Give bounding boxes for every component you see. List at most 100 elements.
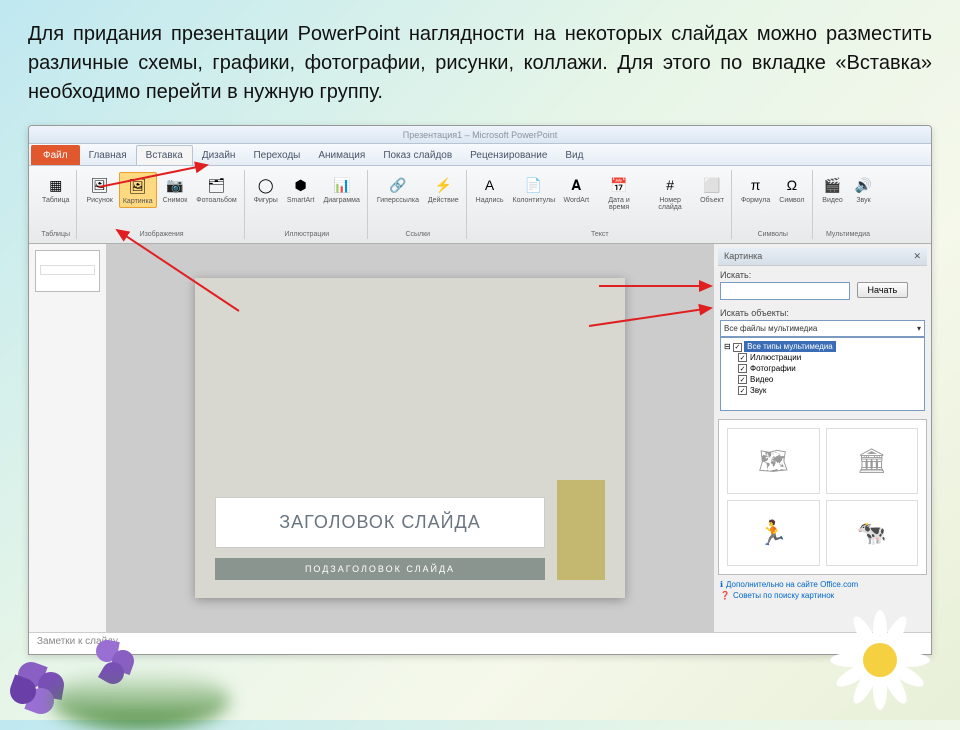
result-thumbnail[interactable]: 🐄: [826, 500, 919, 566]
tree-item[interactable]: ✓Звук: [724, 385, 921, 396]
tab-анимация[interactable]: Анимация: [309, 145, 374, 165]
notes-pane[interactable]: Заметки к слайду: [29, 632, 931, 654]
звук-icon: 🔊: [853, 174, 875, 196]
slide-canvas: ЗАГОЛОВОК СЛАЙДА ПОДЗАГОЛОВОК СЛАЙДА: [107, 244, 713, 632]
ribbon-button-label: Дата и время: [598, 197, 640, 211]
slide-title-placeholder[interactable]: ЗАГОЛОВОК СЛАЙДА: [215, 497, 545, 548]
tree-item[interactable]: ✓Иллюстрации: [724, 352, 921, 363]
media-type-select[interactable]: Все файлы мультимедиа ▾: [720, 320, 925, 337]
group-label: Изображения: [140, 231, 184, 239]
result-thumbnail[interactable]: 🏃: [727, 500, 820, 566]
ribbon-button-label: Действие: [428, 197, 459, 204]
checkbox-icon[interactable]: ✓: [738, 364, 747, 373]
search-button[interactable]: Начать: [857, 282, 909, 298]
ribbon-button-гиперссылка[interactable]: 🔗Гиперссылка: [374, 172, 422, 206]
slide-subtitle-text: ПОДЗАГОЛОВОК СЛАЙДА: [221, 564, 539, 574]
ribbon-button-label: SmartArt: [287, 197, 315, 204]
ribbon-button-дата и время[interactable]: 📅Дата и время: [595, 172, 643, 213]
ribbon-button-рисунок[interactable]: 🖼Рисунок: [83, 172, 115, 206]
ribbon-button-label: Объект: [700, 197, 724, 204]
slide-thumbnail[interactable]: 1: [35, 250, 100, 292]
ribbon-group: AНадпись📄Колонтитулы𝐀WordArt📅Дата и врем…: [469, 170, 732, 239]
ribbon: ▦ТаблицаТаблицы🖼Рисунок🖼Картинка📷Снимок🗂…: [29, 166, 931, 244]
ribbon-button-label: Видео: [822, 197, 842, 204]
group-label: Таблицы: [41, 231, 70, 239]
tab-рецензирование[interactable]: Рецензирование: [461, 145, 556, 165]
checkbox-icon[interactable]: ✓: [733, 343, 742, 352]
tab-главная[interactable]: Главная: [80, 145, 136, 165]
ribbon-button-символ[interactable]: ΩСимвол: [776, 172, 807, 206]
ribbon-group: 🎬Видео🔊Звук Мультимедиа: [815, 170, 882, 239]
ribbon-tabs: Файл ГлавнаяВставкаДизайнПереходыАнимаци…: [29, 144, 931, 166]
ribbon-button-label: WordArt: [564, 197, 590, 204]
checkbox-icon[interactable]: ✓: [738, 386, 747, 395]
ribbon-button-smartart[interactable]: ⬢SmartArt: [284, 172, 318, 206]
ribbon-button-колонтитулы[interactable]: 📄Колонтитулы: [510, 172, 558, 206]
ribbon-button-фигуры[interactable]: ◯Фигуры: [251, 172, 281, 206]
powerpoint-window: Презентация1 – Microsoft PowerPoint Файл…: [28, 125, 932, 655]
tab-вид[interactable]: Вид: [556, 145, 592, 165]
tab-вставка[interactable]: Вставка: [136, 145, 193, 165]
globe-icon: ℹ: [720, 580, 723, 589]
ribbon-button-label: Фотоальбом: [196, 197, 236, 204]
объект-icon: ⬜: [701, 174, 723, 196]
ribbon-button-действие[interactable]: ⚡Действие: [425, 172, 462, 206]
ribbon-group: 🔗Гиперссылка⚡ДействиеСсылки: [370, 170, 467, 239]
формула-icon: π: [745, 174, 767, 196]
ribbon-button-label: Символ: [779, 197, 804, 204]
ribbon-button-фотоальбом[interactable]: 🗂Фотоальбом: [193, 172, 239, 206]
tree-item-label: Фотографии: [750, 364, 796, 373]
clipart-panel: Картинка ✕ Искать: Начать Искать объекты…: [713, 244, 931, 632]
рисунок-icon: 🖼: [89, 174, 111, 196]
slide[interactable]: ЗАГОЛОВОК СЛАЙДА ПОДЗАГОЛОВОК СЛАЙДА: [195, 278, 625, 598]
tree-item[interactable]: ✓Видео: [724, 374, 921, 385]
таблица-icon: ▦: [45, 174, 67, 196]
ribbon-button-формула[interactable]: πФормула: [738, 172, 773, 206]
slide-subtitle-placeholder[interactable]: ПОДЗАГОЛОВОК СЛАЙДА: [215, 558, 545, 580]
ribbon-group: ▦Таблица Таблицы: [35, 170, 77, 239]
result-thumbnail[interactable]: 🏛: [826, 428, 919, 494]
tab-показ слайдов[interactable]: Показ слайдов: [374, 145, 461, 165]
search-input[interactable]: [720, 282, 850, 300]
result-thumbnail[interactable]: 🗺: [727, 428, 820, 494]
panel-title-text: Картинка: [724, 251, 762, 262]
ribbon-button-номер слайда[interactable]: #Номер слайда: [646, 172, 694, 213]
картинка-icon: 🖼: [127, 175, 149, 197]
фотоальбом-icon: 🗂: [205, 174, 227, 196]
tree-header[interactable]: Все типы мультимедиа: [744, 341, 836, 352]
description-text: Для придания презентации PowerPoint нагл…: [28, 20, 932, 107]
ribbon-button-таблица[interactable]: ▦Таблица: [39, 172, 72, 206]
slide-title-text: ЗАГОЛОВОК СЛАЙДА: [226, 512, 534, 533]
ribbon-button-картинка[interactable]: 🖼Картинка: [119, 172, 157, 208]
file-tab[interactable]: Файл: [31, 145, 80, 165]
ribbon-button-объект[interactable]: ⬜Объект: [697, 172, 727, 206]
tab-переходы[interactable]: Переходы: [244, 145, 309, 165]
ribbon-button-label: Фигуры: [254, 197, 278, 204]
ribbon-group: ◯Фигуры⬢SmartArt📊ДиаграммаИллюстрации: [247, 170, 368, 239]
ribbon-button-видео[interactable]: 🎬Видео: [819, 172, 847, 206]
panel-close-icon[interactable]: ✕: [913, 251, 921, 262]
ribbon-button-диаграмма[interactable]: 📊Диаграмма: [320, 172, 362, 206]
ribbon-button-снимок[interactable]: 📷Снимок: [160, 172, 191, 206]
checkbox-icon[interactable]: ✓: [738, 353, 747, 362]
ribbon-button-надпись[interactable]: AНадпись: [473, 172, 507, 206]
tree-item[interactable]: ✓Фотографии: [724, 363, 921, 374]
search-label: Искать:: [720, 270, 925, 280]
office-link[interactable]: ℹДополнительно на сайте Office.com: [720, 579, 925, 590]
фигуры-icon: ◯: [255, 174, 277, 196]
ribbon-button-label: Гиперссылка: [377, 197, 419, 204]
objects-label: Искать объекты:: [720, 308, 925, 318]
checkbox-icon[interactable]: ✓: [738, 375, 747, 384]
ribbon-button-label: Колонтитулы: [513, 197, 555, 204]
ribbon-button-label: Надпись: [476, 197, 504, 204]
thumb-number: 1: [28, 251, 29, 261]
ribbon-button-звук[interactable]: 🔊Звук: [850, 172, 878, 206]
ribbon-button-label: Картинка: [123, 198, 153, 205]
ribbon-button-wordart[interactable]: 𝐀WordArt: [561, 172, 593, 206]
ribbon-button-label: Диаграмма: [323, 197, 359, 204]
group-label: Символы: [758, 231, 788, 239]
group-label: Мультимедиа: [826, 231, 870, 239]
slide-accent-shape: [557, 480, 605, 580]
slide-thumbnails: 1: [29, 244, 107, 632]
tab-дизайн[interactable]: Дизайн: [193, 145, 245, 165]
